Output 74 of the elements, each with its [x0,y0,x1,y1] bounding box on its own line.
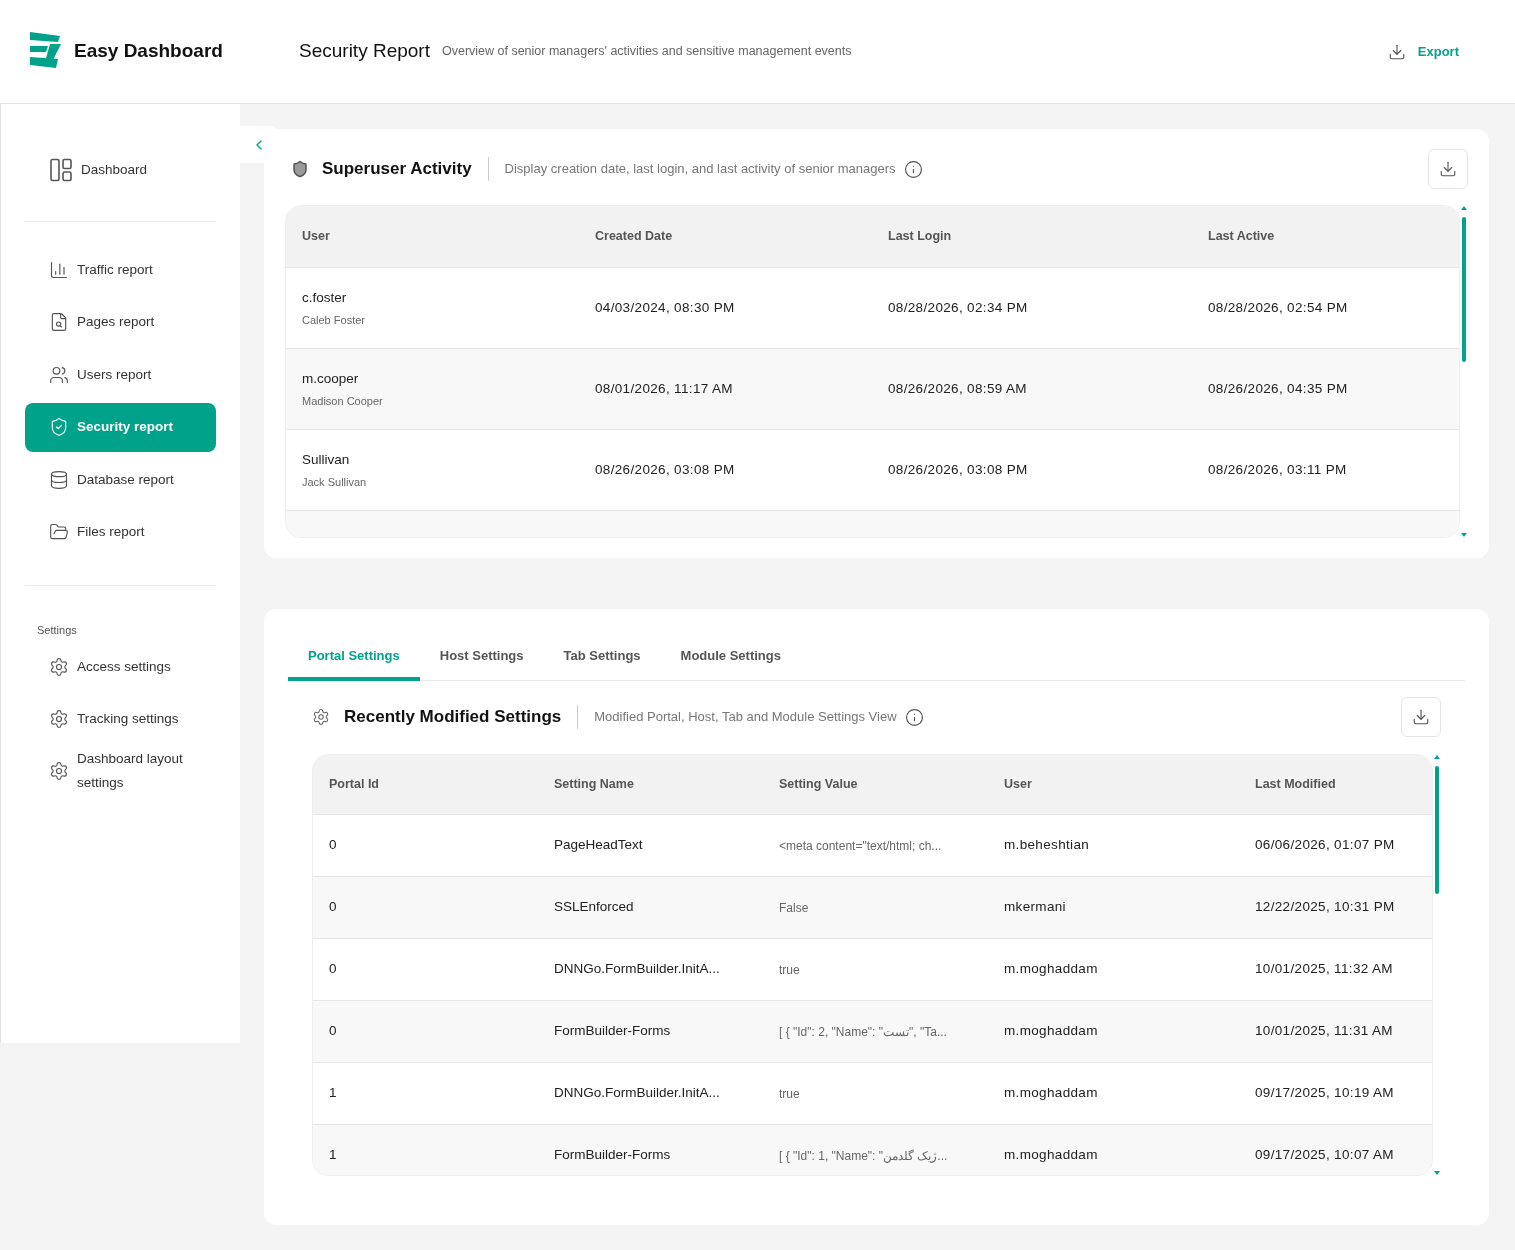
full-name: Jack Sullivan [302,474,368,490]
table-cell-text: 09/17/2025, 10:07 AM [1255,1146,1395,1165]
table-cell-text: SSLEnforced [554,898,635,917]
table-cell-text: 08/26/2026, 04:35 PM [1208,379,1349,398]
table-cell-text: <meta content="text/html; ch... [779,837,943,855]
column-header: Created Date [595,228,674,246]
table-cell-text: DNNGo.FormBuilder.InitA... [554,960,721,979]
table-cell-text: 08/26/2026, 03:08 PM [888,460,1029,479]
table-cell-text: 10/01/2025, 11:32 AM [1255,960,1394,979]
table-cell-text: 06/06/2026, 01:07 PM [1255,836,1396,855]
table-cell-text: 1 [329,1146,338,1165]
table-cell-text: 08/26/2026, 03:08 PM [595,460,736,479]
column-header: User [302,228,331,246]
table-cell-text: 08/28/2026, 02:54 PM [1208,298,1349,317]
username: Sullivan [302,450,351,469]
table-cell-text: mkermani [1004,898,1067,917]
table-cell-text: 0 [329,960,338,979]
card-title: Superuser Activity [322,158,472,181]
sidebar-item[interactable]: Dashboard layout settings [25,746,216,796]
full-name: Madison Cooper [302,393,384,409]
table-cell-text: False [779,899,810,917]
table-cell-text: 0 [329,1022,338,1041]
sidebar-item[interactable]: Pages report [25,297,216,347]
table-cell-text: m.beheshtian [1004,836,1091,855]
table-cell-text: FormBuilder-Forms [554,1146,672,1165]
table-cell-text: m.moghaddam [1004,1022,1099,1041]
table-cell-text: true [779,1085,801,1103]
table-cell-text: 12/22/2025, 10:31 PM [1255,898,1396,917]
table-cell-text: m.moghaddam [1004,1084,1099,1103]
table-cell-text: 04/03/2024, 08:30 PM [595,298,736,317]
table-cell-text: 08/26/2026, 03:11 PM [1208,460,1348,479]
table-cell-text: 1 [329,1084,338,1103]
sidebar-item[interactable]: Files report [25,507,216,557]
sidebar-item[interactable]: Access settings [25,642,216,692]
column-header: Setting Value [779,776,859,794]
column-header: Last Active [1208,228,1276,246]
card-description: Display creation date, last login, and last activity of senior managers [504,160,896,179]
table-cell-text: 08/01/2026, 11:17 AM [595,379,734,398]
table-cell-text: [ { "Id": 1, "Name": "ژیک گلدمن... [779,1147,949,1165]
full-name: Caleb Foster [302,312,366,328]
table-cell-text: [ { "Id": 2, "Name": "تست", "Ta... [779,1023,948,1041]
tab[interactable]: Tab Settings [543,635,661,681]
table-cell-text: true [779,961,801,979]
column-header: Portal Id [329,776,380,794]
column-header: Last Login [888,228,953,246]
column-header: Last Modified [1255,776,1337,794]
tab[interactable]: Host Settings [419,635,544,681]
table-cell-text: 08/26/2026, 08:59 AM [888,379,1028,398]
table-cell-text: DNNGo.FormBuilder.InitA... [554,1084,721,1103]
table-cell-text: 09/17/2025, 10:19 AM [1255,1084,1395,1103]
table-cell-text: m.moghaddam [1004,1146,1099,1165]
table-cell-text: 08/28/2026, 02:34 PM [888,298,1029,317]
username: m.cooper [302,369,360,388]
column-header: Setting Name [554,776,635,794]
page-subtitle: Overview of senior managers' activities and sensitive management events [441,43,852,61]
username: c.foster [302,288,348,307]
section-label: Settings [36,623,78,638]
page-title: Security Report [299,39,430,64]
table-cell-text: PageHeadText [554,836,644,855]
card-title: Recently Modified Settings [344,706,562,729]
table-cell-text: 0 [329,898,338,917]
table-cell-text: m.moghaddam [1004,960,1099,979]
sidebar-item[interactable]: Traffic report [25,245,216,294]
brand-name: Easy Dashboard [74,39,223,64]
sidebar-item[interactable]: Database report [25,455,216,504]
sidebar-item[interactable]: Users report [25,350,216,399]
tab[interactable]: Module Settings [660,635,801,681]
table-cell-text: 10/01/2025, 11:31 AM [1255,1022,1394,1041]
card-description: Modified Portal, Host, Tab and Module Settings View [594,708,897,727]
table-cell-text: 0 [329,836,338,855]
column-header: User [1004,776,1033,794]
sidebar-item[interactable]: Dashboard [25,145,216,194]
sidebar-item[interactable]: Tracking settings [25,694,216,744]
table-cell-text: FormBuilder-Forms [554,1022,672,1041]
